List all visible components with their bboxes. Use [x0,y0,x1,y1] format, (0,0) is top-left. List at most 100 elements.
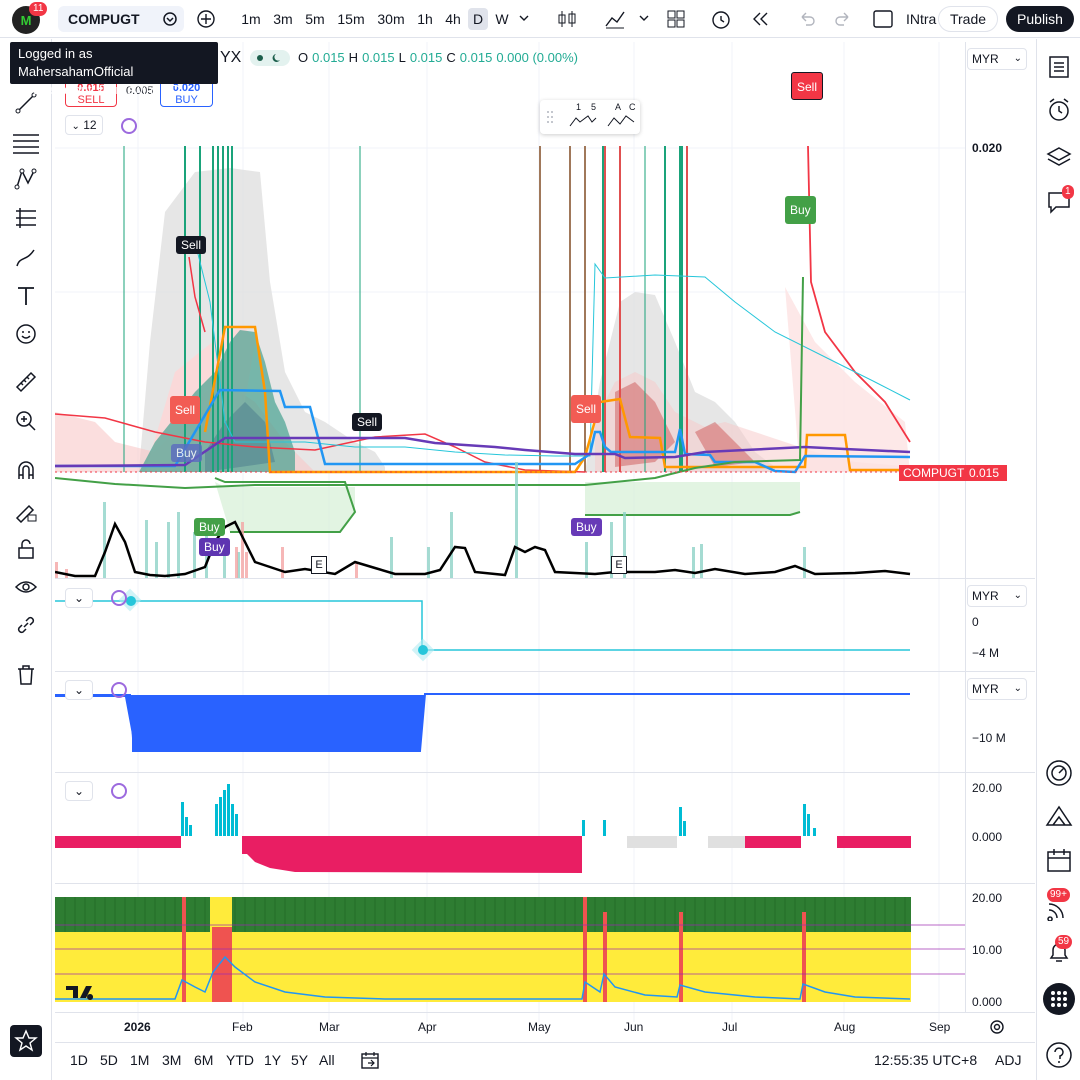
interval-w[interactable]: W [492,8,512,30]
ohlc-legend: O 0.015 H 0.015 L 0.015 C 0.015 0.000 (0.00%… [298,50,578,65]
pane-collapse-button[interactable]: ⌄ [65,680,93,700]
settings-gear-icon[interactable] [989,1019,1005,1035]
range-6m[interactable]: 6M [194,1052,213,1068]
symbol-price-tag: COMPUGT [899,465,969,481]
go-to-date-icon[interactable] [360,1050,380,1070]
favorites-star-icon[interactable] [10,1025,42,1057]
interval-1h[interactable]: 1h [415,8,435,30]
indicators-toggle[interactable]: ⌄ 12 [65,115,103,135]
chevron-down-icon[interactable] [638,14,650,24]
fullscreen-icon[interactable] [873,10,893,28]
interval-4h[interactable]: 4h [442,8,464,30]
interval-5m[interactable]: 5m [304,8,326,30]
alarm-clock-icon[interactable] [1047,97,1071,123]
magnet-icon[interactable] [14,459,38,483]
pane-collapse-button[interactable]: ⌄ [65,781,93,801]
symbol-search[interactable]: COMPUGT [58,6,184,32]
layout-grid-icon[interactable] [666,9,686,29]
pane-separator[interactable] [55,671,1035,672]
link-icon[interactable] [14,613,38,637]
candles-icon[interactable] [556,8,578,30]
range-5y[interactable]: 5Y [291,1052,308,1068]
range-1m[interactable]: 1M [130,1052,149,1068]
horizontal-lines-icon[interactable] [12,131,40,155]
earnings-marker[interactable]: E [611,556,627,574]
sync-icon[interactable] [111,682,127,698]
indicators-icon[interactable] [604,8,626,30]
pane-collapse-button[interactable]: ⌄ [65,588,93,608]
range-5d[interactable]: 5D [100,1052,118,1068]
replay-icon[interactable] [750,9,770,29]
account-tooltip: Logged in as MahersahamOfficial Active l… [10,42,218,97]
alert-add-icon[interactable] [710,8,732,30]
ruler-icon[interactable] [14,370,38,394]
text-icon[interactable] [14,284,38,308]
low-value: 0.015 [409,50,443,65]
clock[interactable]: 12:55:35 UTC+8 [874,1052,977,1068]
wave-label-1: 1 [576,102,582,112]
range-ytd[interactable]: YTD [226,1052,254,1068]
earnings-marker[interactable]: E [311,556,327,574]
pane-separator[interactable] [55,883,1035,884]
pattern-icon[interactable] [14,167,38,191]
elliott-correction-icon[interactable] [606,114,636,128]
currency-select[interactable]: MYR ⌄ [967,48,1027,70]
sync-icon[interactable] [111,590,127,606]
interval-30m[interactable]: 30m [376,8,406,30]
layers-icon[interactable] [1046,145,1072,169]
lock-drawing-icon[interactable] [14,499,38,523]
help-icon[interactable] [1045,1041,1073,1069]
interval-3m[interactable]: 3m [272,8,294,30]
ideas-icon[interactable] [1045,803,1073,829]
time-label: Jul [722,1020,738,1034]
drag-handle-icon[interactable] [546,110,554,124]
chevron-down-icon[interactable] [518,14,530,24]
chat-badge: 1 [1062,185,1074,199]
last-price-tag: 0.015 [965,465,1007,481]
emoji-icon[interactable] [14,322,38,346]
zoom-in-icon[interactable] [14,409,38,433]
lock-icon[interactable] [14,537,38,561]
pane5-scale-label: 20.00 [972,891,1003,905]
adjust-toggle[interactable]: ADJ [995,1052,1021,1068]
close-label: C [446,50,456,65]
pane-separator[interactable] [55,772,1035,773]
brush-icon[interactable] [14,246,38,270]
interval-d[interactable]: D [468,8,488,30]
price-scale[interactable] [965,42,1035,1012]
sync-icon[interactable] [111,783,127,799]
interval-15m[interactable]: 15m [336,8,366,30]
range-3m[interactable]: 3M [162,1052,181,1068]
elliott-impulse-icon[interactable] [568,114,598,128]
apps-grid-icon[interactable] [1043,983,1075,1015]
currency-select[interactable]: MYR ⌄ [967,678,1027,700]
range-1d[interactable]: 1D [70,1052,88,1068]
fib-icon[interactable] [14,206,38,230]
wave-label-5: 5 [591,102,597,112]
publish-button[interactable]: Publish [1006,6,1074,32]
chart-canvas[interactable] [55,42,965,1042]
add-symbol-icon[interactable] [162,11,178,27]
trash-icon[interactable] [14,663,38,687]
pattern-toolbar[interactable]: 1 5 A C [540,100,640,134]
price-level-label: 0.020 [972,141,1003,155]
interval-1m[interactable]: 1m [240,8,262,30]
undo-icon[interactable] [796,9,816,29]
redo-icon[interactable] [834,9,854,29]
notification-badge: 11 [29,2,48,16]
eye-icon[interactable] [14,575,38,599]
layout-name[interactable]: INtra [906,8,936,30]
sync-icon[interactable] [121,118,137,134]
currency-select[interactable]: MYR ⌄ [967,585,1027,607]
trade-button[interactable]: Trade [938,6,998,32]
speedometer-icon[interactable] [1045,759,1073,787]
tradingview-logo-icon[interactable] [66,984,100,1000]
compare-add-icon[interactable] [196,9,216,29]
calendar-icon[interactable] [1046,847,1072,873]
sell-signal: Sell [571,395,602,423]
range-1y[interactable]: 1Y [264,1052,281,1068]
time-label: Feb [232,1020,253,1034]
watchlist-icon[interactable] [1047,55,1071,79]
pane-separator[interactable] [55,578,1035,579]
range-all[interactable]: All [319,1052,335,1068]
